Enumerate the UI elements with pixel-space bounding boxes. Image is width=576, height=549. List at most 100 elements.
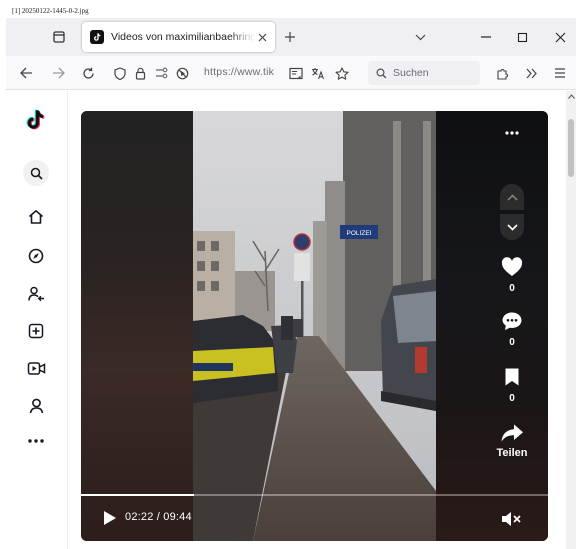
search-placeholder: Suchen (393, 67, 429, 79)
close-window-button[interactable] (550, 27, 570, 47)
share-arrow-icon (501, 424, 523, 442)
more-horizontal-icon (28, 439, 44, 443)
tab-list-icon (53, 31, 65, 43)
sidebar-item-following[interactable] (23, 281, 49, 307)
chevron-up-icon (506, 193, 518, 201)
save-count: 0 (509, 393, 515, 404)
autoplay-blocked-button[interactable] (172, 63, 192, 83)
scroll-up-button[interactable] (566, 91, 576, 101)
comment-button[interactable]: 0 (494, 311, 530, 348)
sidebar-item-more[interactable] (23, 428, 49, 454)
comment-count: 0 (509, 337, 515, 348)
new-tab-button[interactable] (280, 27, 300, 47)
play-button[interactable] (101, 509, 119, 527)
video-frame[interactable]: POLIZEI (193, 111, 436, 541)
extensions-icon (496, 68, 508, 80)
video-progress-fill (81, 494, 194, 496)
sidebar-item-explore[interactable] (23, 243, 49, 269)
bookmark-star-button[interactable] (332, 63, 352, 83)
maximize-button[interactable] (512, 27, 532, 47)
video-blur-right (436, 111, 548, 541)
sidebar-item-profile[interactable] (23, 393, 49, 419)
next-video-button[interactable] (500, 214, 524, 240)
overflow-button[interactable] (522, 63, 542, 83)
app-menu-button[interactable] (550, 63, 570, 83)
compass-icon (28, 248, 44, 264)
tab-active[interactable]: Videos von maximilianbaehring (82, 22, 275, 52)
share-label: Teilen (496, 447, 528, 459)
reload-button[interactable] (78, 63, 98, 83)
tiktok-favicon-icon (90, 30, 104, 44)
translate-button[interactable] (308, 63, 328, 83)
sidebar-item-live[interactable] (23, 355, 49, 381)
navigation-toolbar: https://www.tik Suchen (6, 56, 576, 90)
more-horizontal-icon (505, 131, 519, 135)
heart-icon (501, 257, 523, 276)
tracking-protection-button[interactable] (110, 63, 130, 83)
page-scrollbar[interactable] (566, 91, 576, 549)
sidebar-divider (67, 91, 68, 549)
minimize-icon (481, 36, 491, 38)
address-bar[interactable]: https://www.tik (108, 60, 364, 86)
sidebar-item-search[interactable] (23, 160, 49, 186)
url-text: https://www.tik (204, 66, 275, 78)
extensions-button[interactable] (492, 63, 512, 83)
tiktok-logo[interactable] (23, 107, 49, 133)
reader-view-icon (289, 67, 303, 79)
previous-video-button[interactable] (500, 184, 524, 210)
street-sign-text: POLIZEI (347, 230, 372, 237)
video-more-button[interactable] (499, 125, 525, 141)
close-icon (258, 33, 266, 41)
double-chevron-right-icon (526, 68, 537, 78)
tiktok-sidebar (6, 91, 68, 549)
plus-icon (285, 32, 295, 42)
video-street-scene: POLIZEI (193, 111, 436, 541)
permissions-button[interactable] (152, 63, 172, 83)
lock-icon (135, 67, 145, 80)
hamburger-menu-icon (555, 68, 565, 78)
screenshot: [1] 20250122-1445-0-2.jpg Videos von max… (0, 0, 576, 549)
save-button[interactable]: 0 (494, 367, 530, 404)
screenshot-label: [1] 20250122-1445-0-2.jpg (12, 7, 89, 15)
site-info-button[interactable] (130, 63, 150, 83)
reload-icon (82, 67, 94, 79)
autoplay-blocked-icon (176, 67, 188, 79)
bookmark-icon (505, 368, 519, 386)
mute-button[interactable] (499, 508, 523, 530)
page-content: POLIZEI 0 0 0 Teilen 02:22 / 09:44 (6, 91, 576, 549)
chevron-down-icon (415, 34, 425, 40)
shield-icon (114, 66, 126, 80)
sidebar-item-upload[interactable] (23, 318, 49, 344)
live-icon (27, 361, 45, 375)
search-icon (30, 167, 43, 180)
video-player[interactable]: POLIZEI 0 0 0 Teilen 02:22 / 09:44 (81, 111, 548, 541)
chevron-down-icon (506, 223, 518, 231)
arrow-right-icon (52, 67, 65, 79)
tab-title: Videos von maximilianbaehring (111, 31, 255, 43)
reader-view-button[interactable] (286, 63, 306, 83)
forward-button[interactable] (48, 63, 68, 83)
arrow-left-icon (19, 67, 32, 79)
minimize-button[interactable] (476, 27, 496, 47)
comment-icon (502, 312, 522, 330)
list-all-tabs-button[interactable] (410, 27, 430, 47)
play-icon (104, 511, 116, 525)
sidebar-item-home[interactable] (23, 204, 49, 230)
video-progress-bar[interactable] (81, 494, 548, 496)
home-icon (28, 210, 44, 224)
translate-icon (312, 67, 325, 79)
tab-close-button[interactable] (255, 30, 269, 44)
permissions-icon (156, 67, 168, 79)
search-input[interactable]: Suchen (368, 61, 480, 85)
like-button[interactable]: 0 (494, 257, 530, 294)
maximize-icon (517, 32, 527, 42)
scrollbar-thumb[interactable] (568, 119, 574, 177)
tab-list-button[interactable] (48, 26, 70, 48)
video-blur-left (81, 111, 193, 541)
back-button[interactable] (16, 63, 36, 83)
like-count: 0 (509, 283, 515, 294)
speaker-muted-icon (502, 512, 521, 526)
following-icon (27, 286, 44, 302)
upload-plus-icon (28, 323, 44, 339)
share-button[interactable]: Teilen (494, 423, 530, 459)
